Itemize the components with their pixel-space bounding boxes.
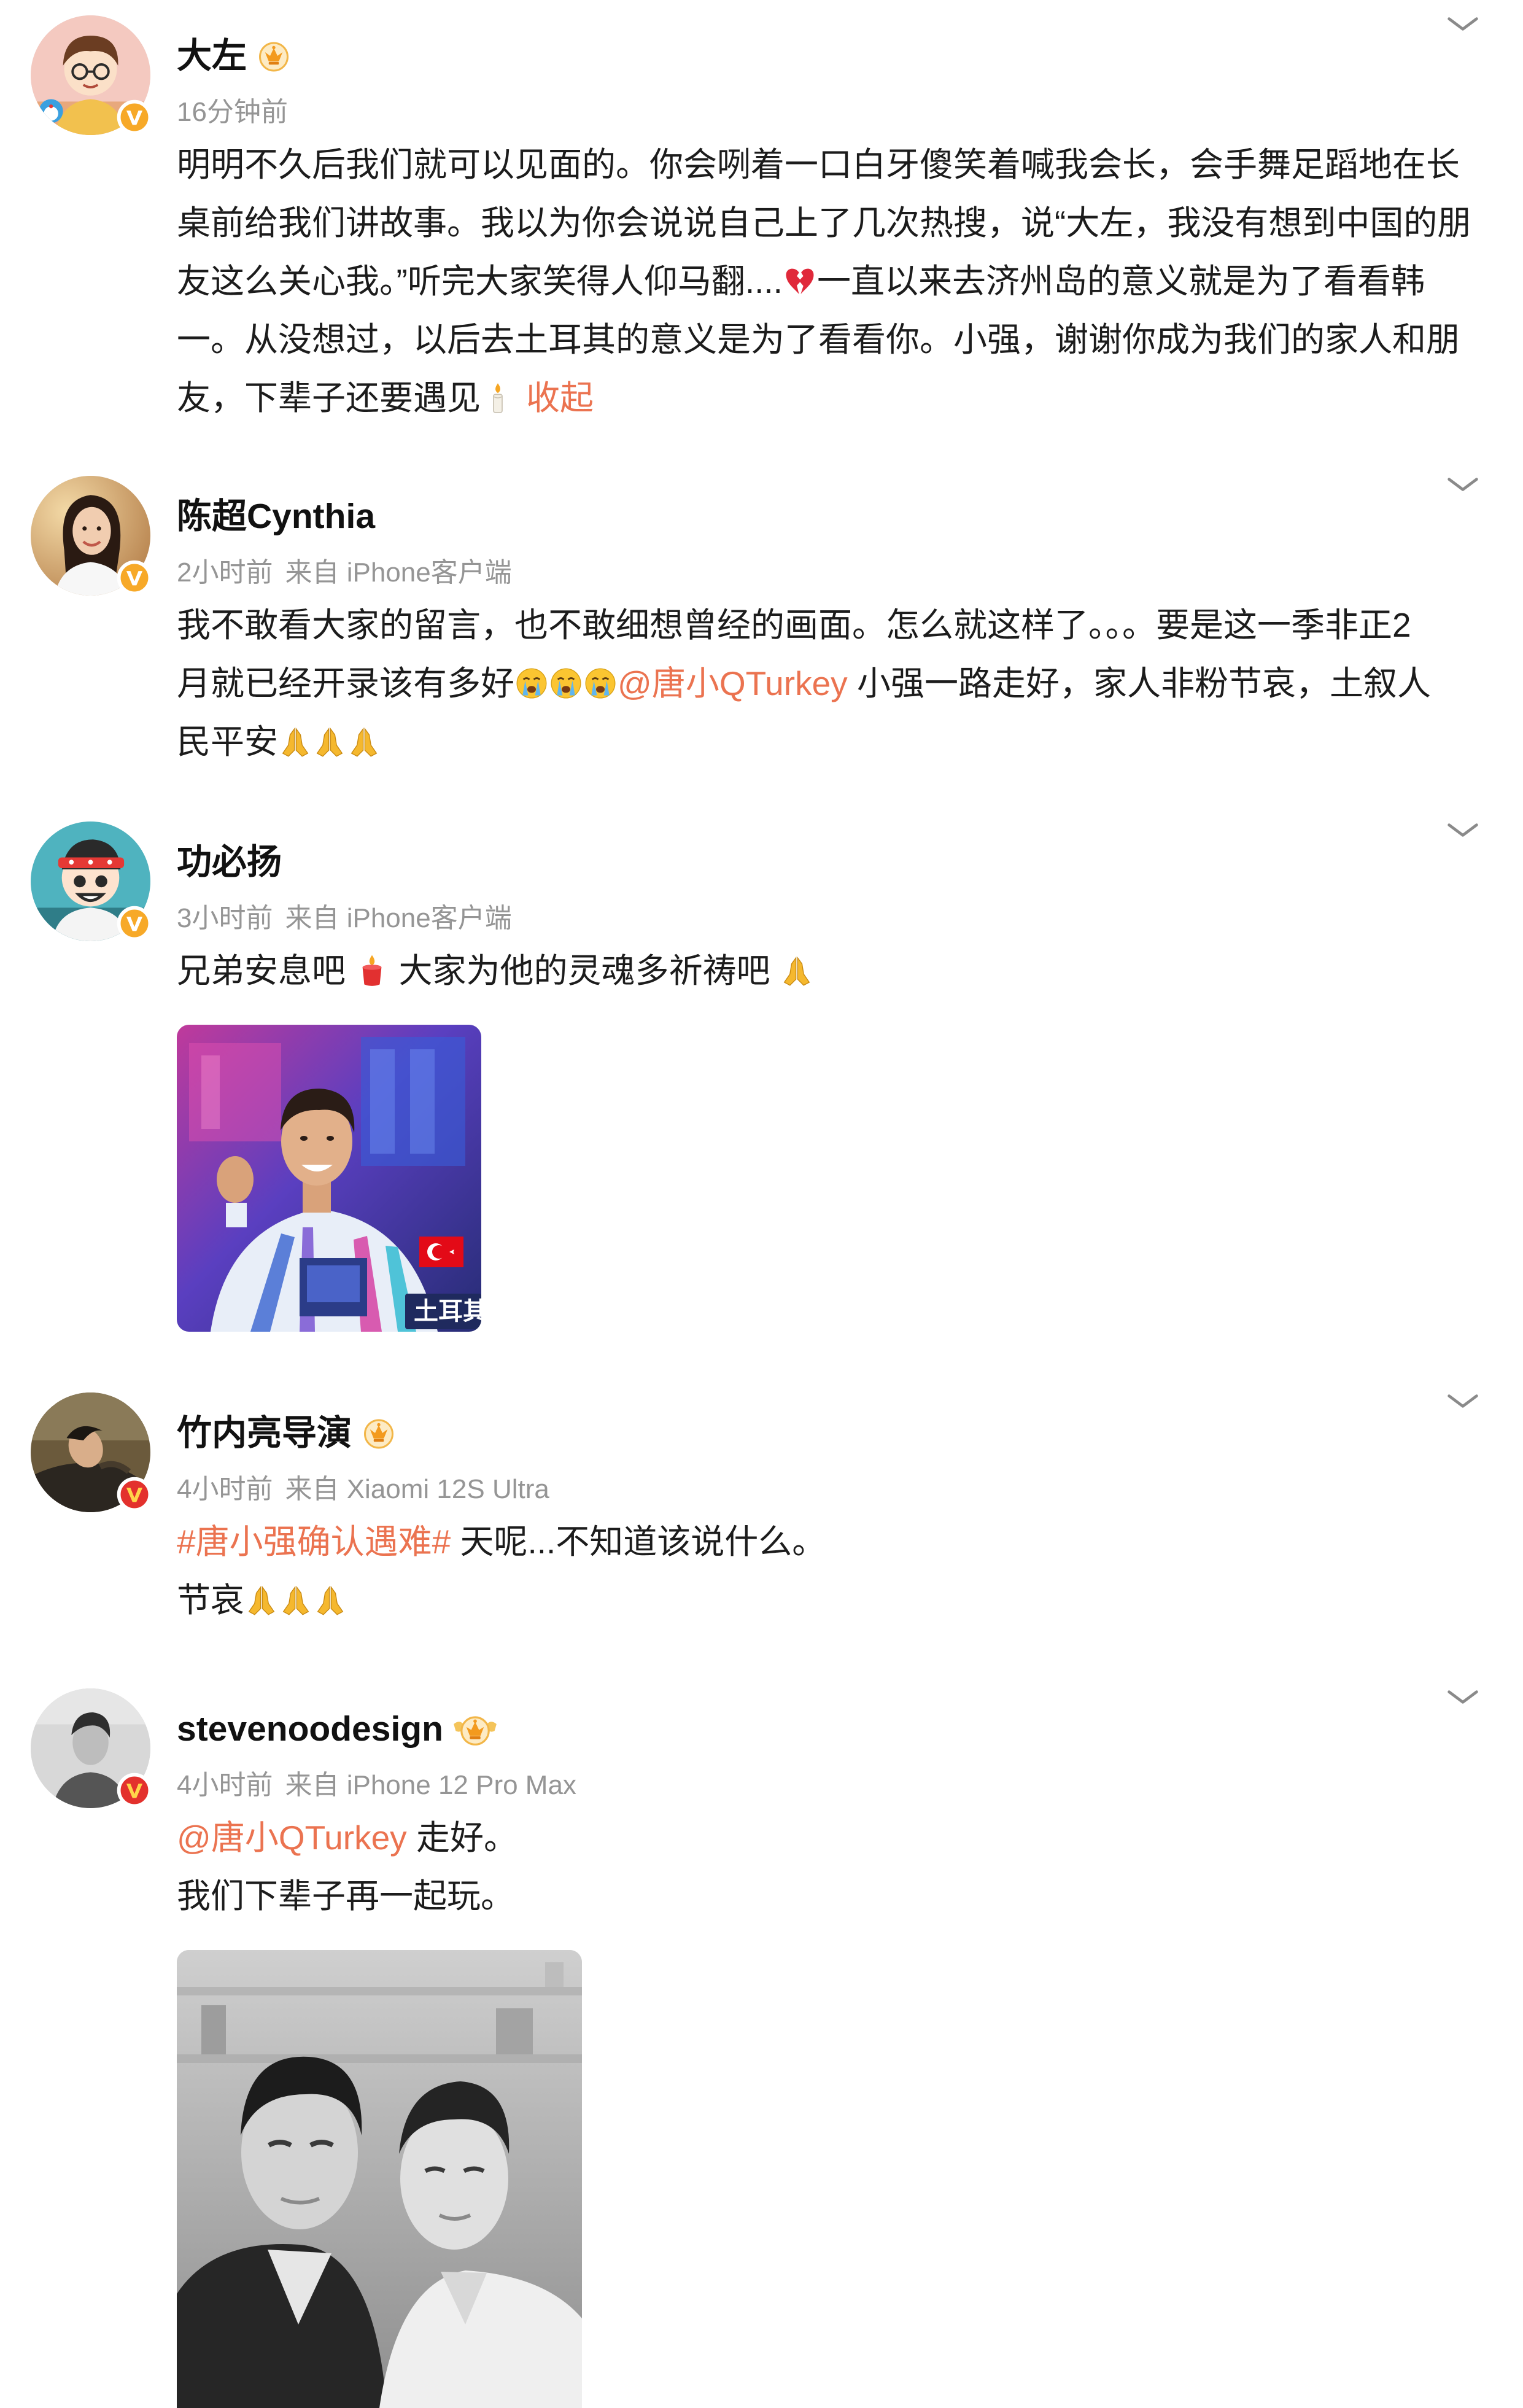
- post-meta: 4小时前 来自 Xiaomi 12S Ultra: [177, 1472, 549, 1507]
- collapse-link[interactable]: 收起: [526, 379, 594, 417]
- post-body: 明明不久后我们就可以见面的。你会咧着一口白牙傻笑着喊我会长，会手舞足蹈地在长 桌前…: [177, 136, 1497, 427]
- body-text: 友，下辈子还要遇见: [177, 379, 481, 417]
- mention-link[interactable]: @唐小QTurkey: [177, 1819, 407, 1857]
- user-name[interactable]: 竹内亮导演: [177, 1411, 352, 1455]
- post-time: 4小时前: [177, 1770, 273, 1800]
- pray-icon: [278, 724, 312, 759]
- weibo-post: 陈超Cynthia 2小时前 来自 iPhone客户端 我不敢看大家的留言，也不敢…: [0, 476, 1523, 761]
- body-line: 兄弟安息吧 大家为他的灵魂多祈祷吧: [177, 942, 1497, 1000]
- post-meta: 4小时前 来自 iPhone 12 Pro Max: [177, 1768, 576, 1803]
- verified-badge-icon: [117, 560, 152, 596]
- post-body: #唐小强确认遇难# 天呢...不知道该说什么。节哀: [177, 1513, 1497, 1629]
- weibo-post: 大左 16分钟前 明明不久后我们就可以见面的。你会咧着一口白牙傻笑着喊我会长，会…: [0, 15, 1523, 417]
- body-text: 大家为他的灵魂多祈祷吧: [389, 952, 780, 990]
- cry-icon: [583, 666, 618, 701]
- pray-icon: [279, 1583, 313, 1617]
- pray-icon: [347, 724, 381, 759]
- post-source: 来自 Xiaomi 12S Ultra: [285, 1474, 549, 1504]
- post-photo[interactable]: [177, 1950, 582, 2408]
- post-time: 16分钟前: [177, 97, 288, 127]
- body-text: 一直以来去济州岛的意义就是为了看看韩: [816, 262, 1425, 300]
- body-text: 民平安: [177, 723, 279, 761]
- body-line: @唐小QTurkey 走好。: [177, 1809, 1497, 1867]
- verified-badge-icon: [117, 99, 152, 135]
- pray-icon: [313, 1583, 347, 1617]
- post-source: 来自 iPhone客户端: [285, 557, 512, 588]
- body-text: 一。从没想过，以后去土耳其的意义是为了看看你。小强，谢谢你成为我们的家人和朋: [177, 320, 1460, 359]
- crown-badge-icon[interactable]: [360, 1415, 397, 1451]
- body-text: 天呢...不知道该说什么。: [451, 1523, 826, 1561]
- post-time: 3小时前: [177, 903, 273, 933]
- chevron-down-icon[interactable]: [1446, 821, 1480, 839]
- name-row: 功必扬: [177, 840, 282, 884]
- post-meta: 2小时前 来自 iPhone客户端: [177, 556, 512, 590]
- crown-badge-icon[interactable]: [255, 37, 292, 74]
- weibo-post: 功必扬 3小时前来自 iPhone客户端 兄弟安息吧 大家为他的灵魂多祈祷吧: [0, 821, 1523, 1332]
- chevron-down-icon[interactable]: [1446, 1688, 1480, 1706]
- candle-icon: [481, 381, 515, 415]
- body-text: 走好。: [406, 1819, 517, 1857]
- post-source: 来自 iPhone 12 Pro Max: [285, 1770, 576, 1800]
- post-meta: 3小时前 来自 iPhone客户端: [177, 901, 512, 936]
- chevron-down-icon[interactable]: [1446, 1392, 1480, 1410]
- post-body: 我不敢看大家的留言，也不敢细想曾经的画面。怎么就这样了。。。要是这一季非正2 月就…: [177, 596, 1497, 771]
- body-line: 友这么关心我。”听完大家笑得人仰马翻.... 一直以来去济州岛的意义就是为了看看韩: [177, 252, 1497, 311]
- user-name[interactable]: stevenoodesign: [177, 1707, 443, 1751]
- body-text: 我们下辈子再一起玩。: [177, 1877, 515, 1915]
- body-text: 友这么关心我。”听完大家笑得人仰马翻....: [177, 262, 783, 300]
- body-text: 明明不久后我们就可以见面的。你会咧着一口白牙傻笑着喊我会长，会手舞足蹈地在长: [177, 146, 1460, 184]
- body-line: 一。从没想过，以后去土耳其的意义是为了看看你。小强，谢谢你成为我们的家人和朋: [177, 311, 1497, 369]
- body-line: 节哀: [177, 1571, 1497, 1629]
- chevron-down-icon[interactable]: [1446, 15, 1480, 33]
- post-time: 4小时前: [177, 1474, 273, 1504]
- mention-link[interactable]: @唐小QTurkey: [618, 664, 848, 702]
- post-body: @唐小QTurkey 走好。我们下辈子再一起玩。: [177, 1809, 1497, 2408]
- weibo-post: stevenoodesign 4小时前 来自 iPhone 12 Pro Max …: [0, 1688, 1523, 2408]
- body-line: 桌前给我们讲故事。我以为你会说说自己上了几次热搜，说“大左，我没有想到中国的朋: [177, 194, 1497, 252]
- broken-heart-icon: [783, 264, 817, 298]
- post-source: 来自 iPhone客户端: [285, 903, 512, 933]
- chevron-down-icon[interactable]: [1446, 476, 1480, 493]
- hashtag-link[interactable]: #唐小强确认遇难#: [177, 1523, 451, 1561]
- weibo-post: 竹内亮导演 4小时前 来自 Xiaomi 12S Ultra #唐小强确认遇难# …: [0, 1392, 1523, 1619]
- body-text: 桌前给我们讲故事。我以为你会说说自己上了几次热搜，说“大左，我没有想到中国的朋: [177, 204, 1471, 242]
- name-row: 竹内亮导演: [177, 1411, 397, 1455]
- body-line: #唐小强确认遇难# 天呢...不知道该说什么。: [177, 1513, 1497, 1571]
- photo-caption: 土耳其: [414, 1298, 481, 1325]
- body-text: 月就已经开录该有多好: [177, 664, 515, 702]
- crown-badge-icon[interactable]: [452, 1709, 498, 1749]
- post-time: 2小时前: [177, 557, 273, 588]
- verified-badge-icon: [117, 1477, 152, 1512]
- body-line: 明明不久后我们就可以见面的。你会咧着一口白牙傻笑着喊我会长，会手舞足蹈地在长: [177, 136, 1497, 194]
- post-photo[interactable]: 土耳其: [177, 1025, 481, 1332]
- pray-icon: [312, 724, 347, 759]
- body-line: 我不敢看大家的留言，也不敢细想曾经的画面。怎么就这样了。。。要是这一季非正2: [177, 596, 1497, 654]
- user-name[interactable]: 功必扬: [177, 840, 282, 884]
- name-row: stevenoodesign: [177, 1707, 498, 1751]
- user-name[interactable]: 大左: [177, 34, 247, 78]
- body-line: 民平安: [177, 713, 1497, 771]
- post-body: 兄弟安息吧 大家为他的灵魂多祈祷吧 土耳其: [177, 942, 1497, 1332]
- body-line: 我们下辈子再一起玩。: [177, 1867, 1497, 1925]
- red-candle-icon: [355, 953, 389, 988]
- body-text: 兄弟安息吧: [177, 952, 355, 990]
- cry-icon: [514, 666, 549, 701]
- body-line: 月就已经开录该有多好 @唐小QTurkey 小强一路走好，家人非粉节哀，土叙人: [177, 654, 1497, 713]
- body-text: 节哀: [177, 1581, 245, 1619]
- cry-icon: [549, 666, 583, 701]
- body-line: 友，下辈子还要遇见 收起: [177, 369, 1497, 427]
- verified-badge-icon: [117, 906, 152, 941]
- pray-icon: [244, 1583, 279, 1617]
- post-meta: 16分钟前: [177, 95, 300, 130]
- pray-icon: [780, 953, 814, 988]
- name-row: 陈超Cynthia: [177, 494, 375, 538]
- body-text: 我不敢看大家的留言，也不敢细想曾经的画面。怎么就这样了。。。要是这一季非正2: [177, 606, 1411, 644]
- name-row: 大左: [177, 34, 292, 78]
- body-text: 小强一路走好，家人非粉节哀，土叙人: [847, 664, 1431, 702]
- user-name[interactable]: 陈超Cynthia: [177, 494, 375, 538]
- verified-badge-icon: [117, 1773, 152, 1808]
